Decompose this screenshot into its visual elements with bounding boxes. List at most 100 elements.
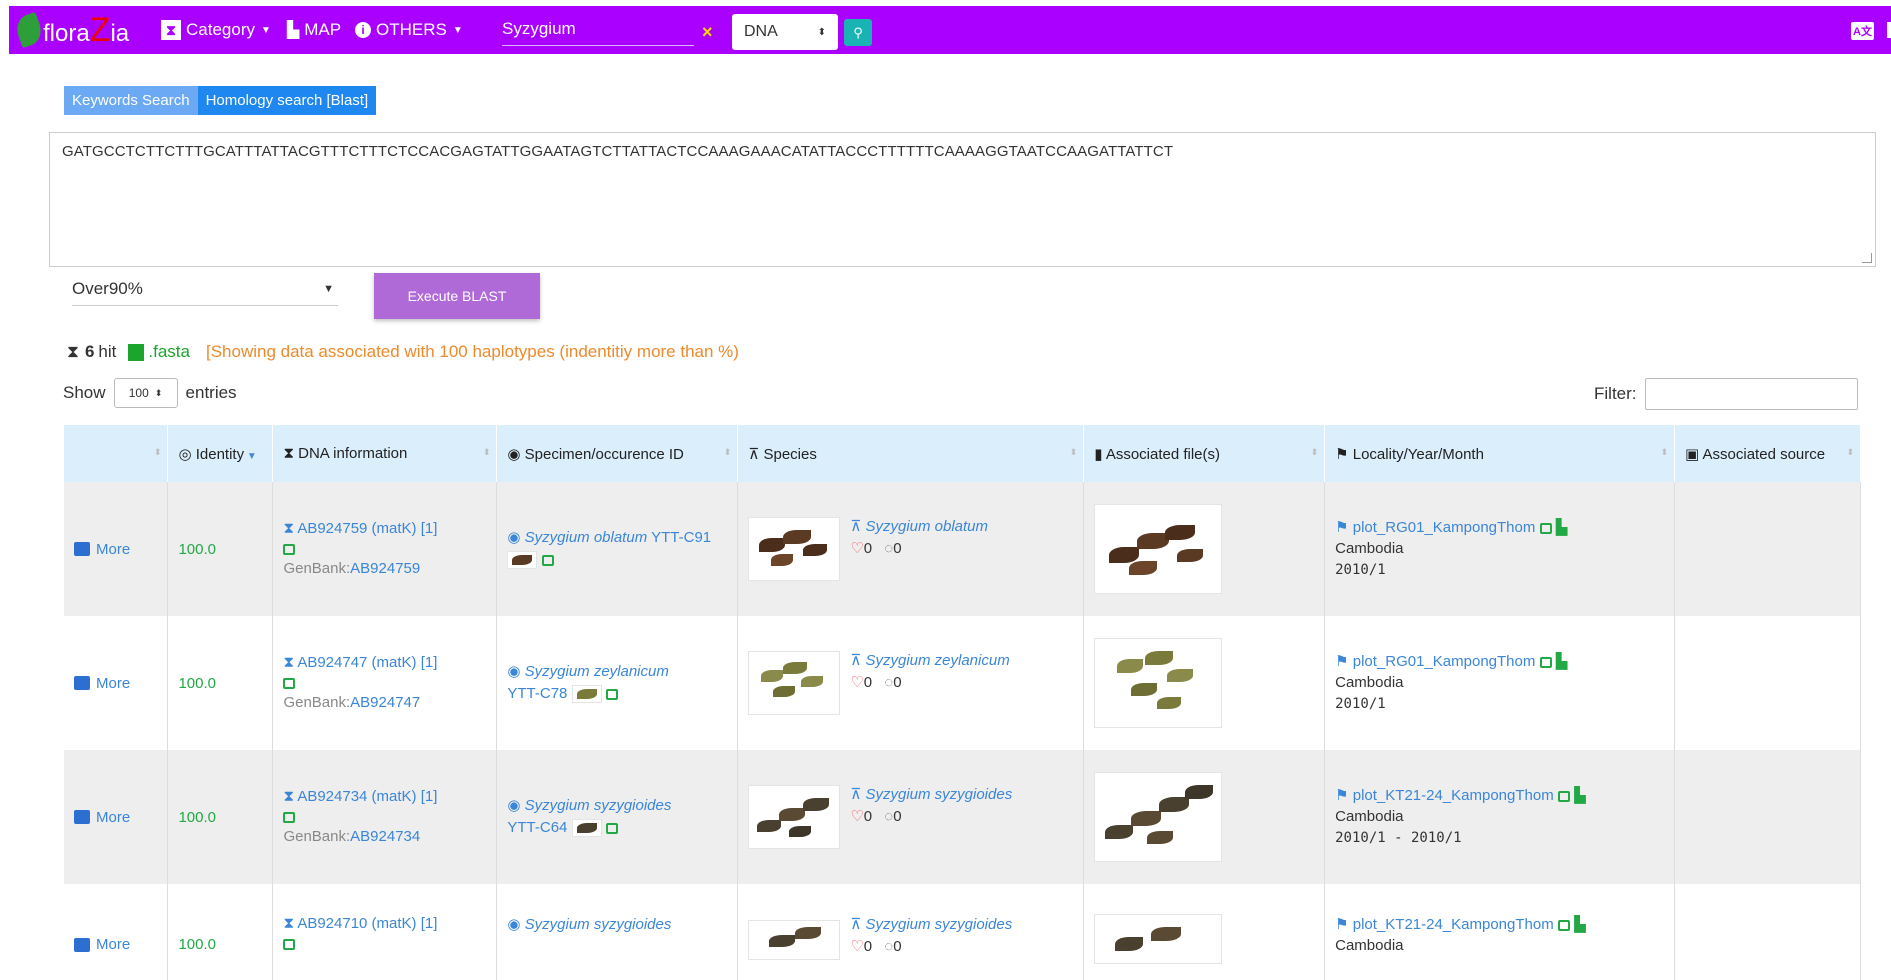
- window-icon[interactable]: [283, 811, 296, 823]
- header-identity[interactable]: ◎ Identity ▼: [167, 425, 274, 482]
- heart-icon[interactable]: ♡: [850, 540, 863, 557]
- menu-edge-icon[interactable]: [1887, 22, 1891, 38]
- more-link[interactable]: More: [74, 675, 157, 692]
- sort-icon: ⬍: [1660, 447, 1669, 457]
- genbank-link[interactable]: AB924734: [350, 828, 420, 845]
- dna-link[interactable]: ⧗ AB924710 (matK) [1]: [283, 915, 437, 932]
- heart-icon[interactable]: ♡: [850, 938, 863, 955]
- species-link[interactable]: ⊼ Syzygium syzygioides: [850, 916, 1012, 933]
- species-link[interactable]: ⊼ Syzygium syzygioides: [850, 786, 1012, 803]
- window-icon[interactable]: [605, 688, 618, 700]
- nav-others[interactable]: i OTHERS ▼: [355, 20, 463, 40]
- locality-link[interactable]: ⚑ plot_KT21-24_KampongThom: [1335, 916, 1554, 933]
- species-link[interactable]: ⊼ Syzygium oblatum: [850, 518, 988, 535]
- comment-count: 0: [893, 938, 902, 955]
- comment-count: 0: [893, 674, 902, 691]
- flag-icon: ⚑: [1335, 916, 1353, 933]
- entries-label: entries: [185, 383, 237, 402]
- map-marker-icon[interactable]: ▙: [1574, 787, 1586, 804]
- filter-label: Filter:: [1594, 384, 1637, 403]
- dna-label: AB924747 (matK) [1]: [297, 654, 438, 671]
- dna-link[interactable]: ⧗ AB924734 (matK) [1]: [283, 788, 437, 805]
- identity-threshold-select[interactable]: Over90% ▼: [72, 272, 338, 306]
- specimen-thumbnail[interactable]: [571, 685, 602, 704]
- species-link[interactable]: ⊼ Syzygium zeylanicum: [850, 652, 1009, 669]
- species-thumbnail[interactable]: [748, 651, 841, 715]
- nav-map[interactable]: ▙ MAP: [287, 20, 341, 40]
- select-arrows-icon: ⬍: [154, 387, 163, 398]
- window-icon[interactable]: [283, 938, 296, 950]
- locality-link[interactable]: ⚑ plot_RG01_KampongThom: [1335, 519, 1535, 536]
- resize-handle-icon[interactable]: [1862, 253, 1872, 263]
- more-cell: More: [64, 750, 169, 884]
- more-link[interactable]: More: [74, 541, 157, 558]
- execute-blast-button[interactable]: Execute BLAST: [374, 273, 540, 319]
- more-link[interactable]: More: [74, 809, 157, 826]
- file-thumbnail[interactable]: [1094, 638, 1223, 728]
- locality-name: plot_KT21-24_KampongThom: [1352, 787, 1554, 804]
- tab-keywords-search[interactable]: Keywords Search: [64, 86, 198, 115]
- entries-select[interactable]: 100 ⬍: [113, 378, 178, 408]
- header-files[interactable]: ▮ Associated file(s) ⬍: [1083, 425, 1326, 482]
- language-icon[interactable]: A文: [1851, 22, 1874, 40]
- genbank-link[interactable]: AB924759: [350, 560, 420, 577]
- map-marker-icon[interactable]: ▙: [1556, 653, 1568, 670]
- specimen-thumbnail[interactable]: [571, 819, 602, 838]
- search-input[interactable]: [502, 12, 694, 42]
- header-blank[interactable]: ⬍: [64, 425, 169, 482]
- header-dna[interactable]: ⧗ DNA information ⬍: [272, 425, 498, 482]
- window-icon[interactable]: [283, 543, 296, 555]
- tab-homology-search[interactable]: Homology search [Blast]: [197, 86, 377, 115]
- species-thumbnail[interactable]: [748, 517, 841, 581]
- file-thumbnail[interactable]: [1094, 772, 1223, 862]
- eye-icon: ◉: [507, 529, 525, 546]
- identity-value: 100.0: [167, 884, 274, 980]
- window-icon[interactable]: [1539, 522, 1552, 534]
- logo[interactable]: floraZia: [12, 6, 153, 54]
- filter-input[interactable]: [1644, 378, 1858, 410]
- file-thumbnail[interactable]: [1094, 504, 1223, 594]
- header-species[interactable]: ⊼ Species ⬍: [737, 425, 1085, 482]
- header-source[interactable]: ▣ Associated source ⬍: [1674, 425, 1861, 482]
- table-row: More 100.0 ⧗ AB924747 (matK) [1] GenBank…: [64, 616, 1861, 750]
- specimen-link[interactable]: ◉ Syzygium oblatum YTT-C91: [507, 529, 711, 546]
- fasta-download-link[interactable]: .fasta: [128, 342, 190, 362]
- genbank-link[interactable]: AB924747: [350, 694, 420, 711]
- heart-icon[interactable]: ♡: [850, 808, 863, 825]
- clear-search-icon[interactable]: ×: [702, 22, 713, 43]
- file-thumbnail[interactable]: [1094, 914, 1223, 964]
- map-marker-icon[interactable]: ▙: [1556, 519, 1568, 536]
- specimen-link[interactable]: ◉ Syzygium syzygioides: [507, 916, 671, 933]
- window-icon[interactable]: [1557, 790, 1570, 802]
- species-thumbnail[interactable]: [748, 920, 841, 960]
- comment-icon[interactable]: ◌: [884, 540, 893, 557]
- show-entries: Show 100 ⬍ entries: [63, 378, 237, 408]
- dna-link[interactable]: ⧗ AB924759 (matK) [1]: [283, 520, 437, 537]
- type-select[interactable]: DNA ⬍: [732, 14, 838, 50]
- header-locality[interactable]: ⚑ Locality/Year/Month ⬍: [1324, 425, 1676, 482]
- dna-link[interactable]: ⧗ AB924747 (matK) [1]: [283, 654, 437, 671]
- comment-icon[interactable]: ◌: [884, 938, 893, 955]
- search-button[interactable]: ⚲: [844, 19, 872, 46]
- results-note: [Showing data associated with 100 haplot…: [205, 342, 739, 361]
- window-icon[interactable]: [541, 554, 554, 566]
- nav-category[interactable]: ⧗ Category ▼: [161, 20, 271, 40]
- dna-cell: ⧗ AB924710 (matK) [1]: [272, 884, 498, 980]
- species-thumbnail[interactable]: [748, 785, 841, 849]
- heart-icon[interactable]: ♡: [850, 674, 863, 691]
- more-link[interactable]: More: [74, 936, 157, 953]
- top-navbar: floraZia ⧗ Category ▼ ▙ MAP i OTHERS ▼ ×…: [9, 6, 1891, 54]
- map-marker-icon[interactable]: ▙: [1574, 916, 1586, 933]
- window-icon[interactable]: [283, 677, 296, 689]
- sort-icon: ⬍: [153, 447, 162, 457]
- comment-icon[interactable]: ◌: [884, 808, 893, 825]
- window-icon[interactable]: [605, 822, 618, 834]
- specimen-thumbnail[interactable]: [507, 551, 538, 570]
- locality-link[interactable]: ⚑ plot_KT21-24_KampongThom: [1335, 787, 1554, 804]
- window-icon[interactable]: [1539, 656, 1552, 668]
- locality-link[interactable]: ⚑ plot_RG01_KampongThom: [1335, 653, 1535, 670]
- sequence-textarea[interactable]: GATGCCTCTTCTTTGCATTTATTACGTTTCTTTCTCCACG…: [49, 132, 1876, 267]
- comment-icon[interactable]: ◌: [884, 674, 893, 691]
- header-specimen[interactable]: ◉ Specimen/occurence ID ⬍: [496, 425, 739, 482]
- window-icon[interactable]: [1557, 919, 1570, 931]
